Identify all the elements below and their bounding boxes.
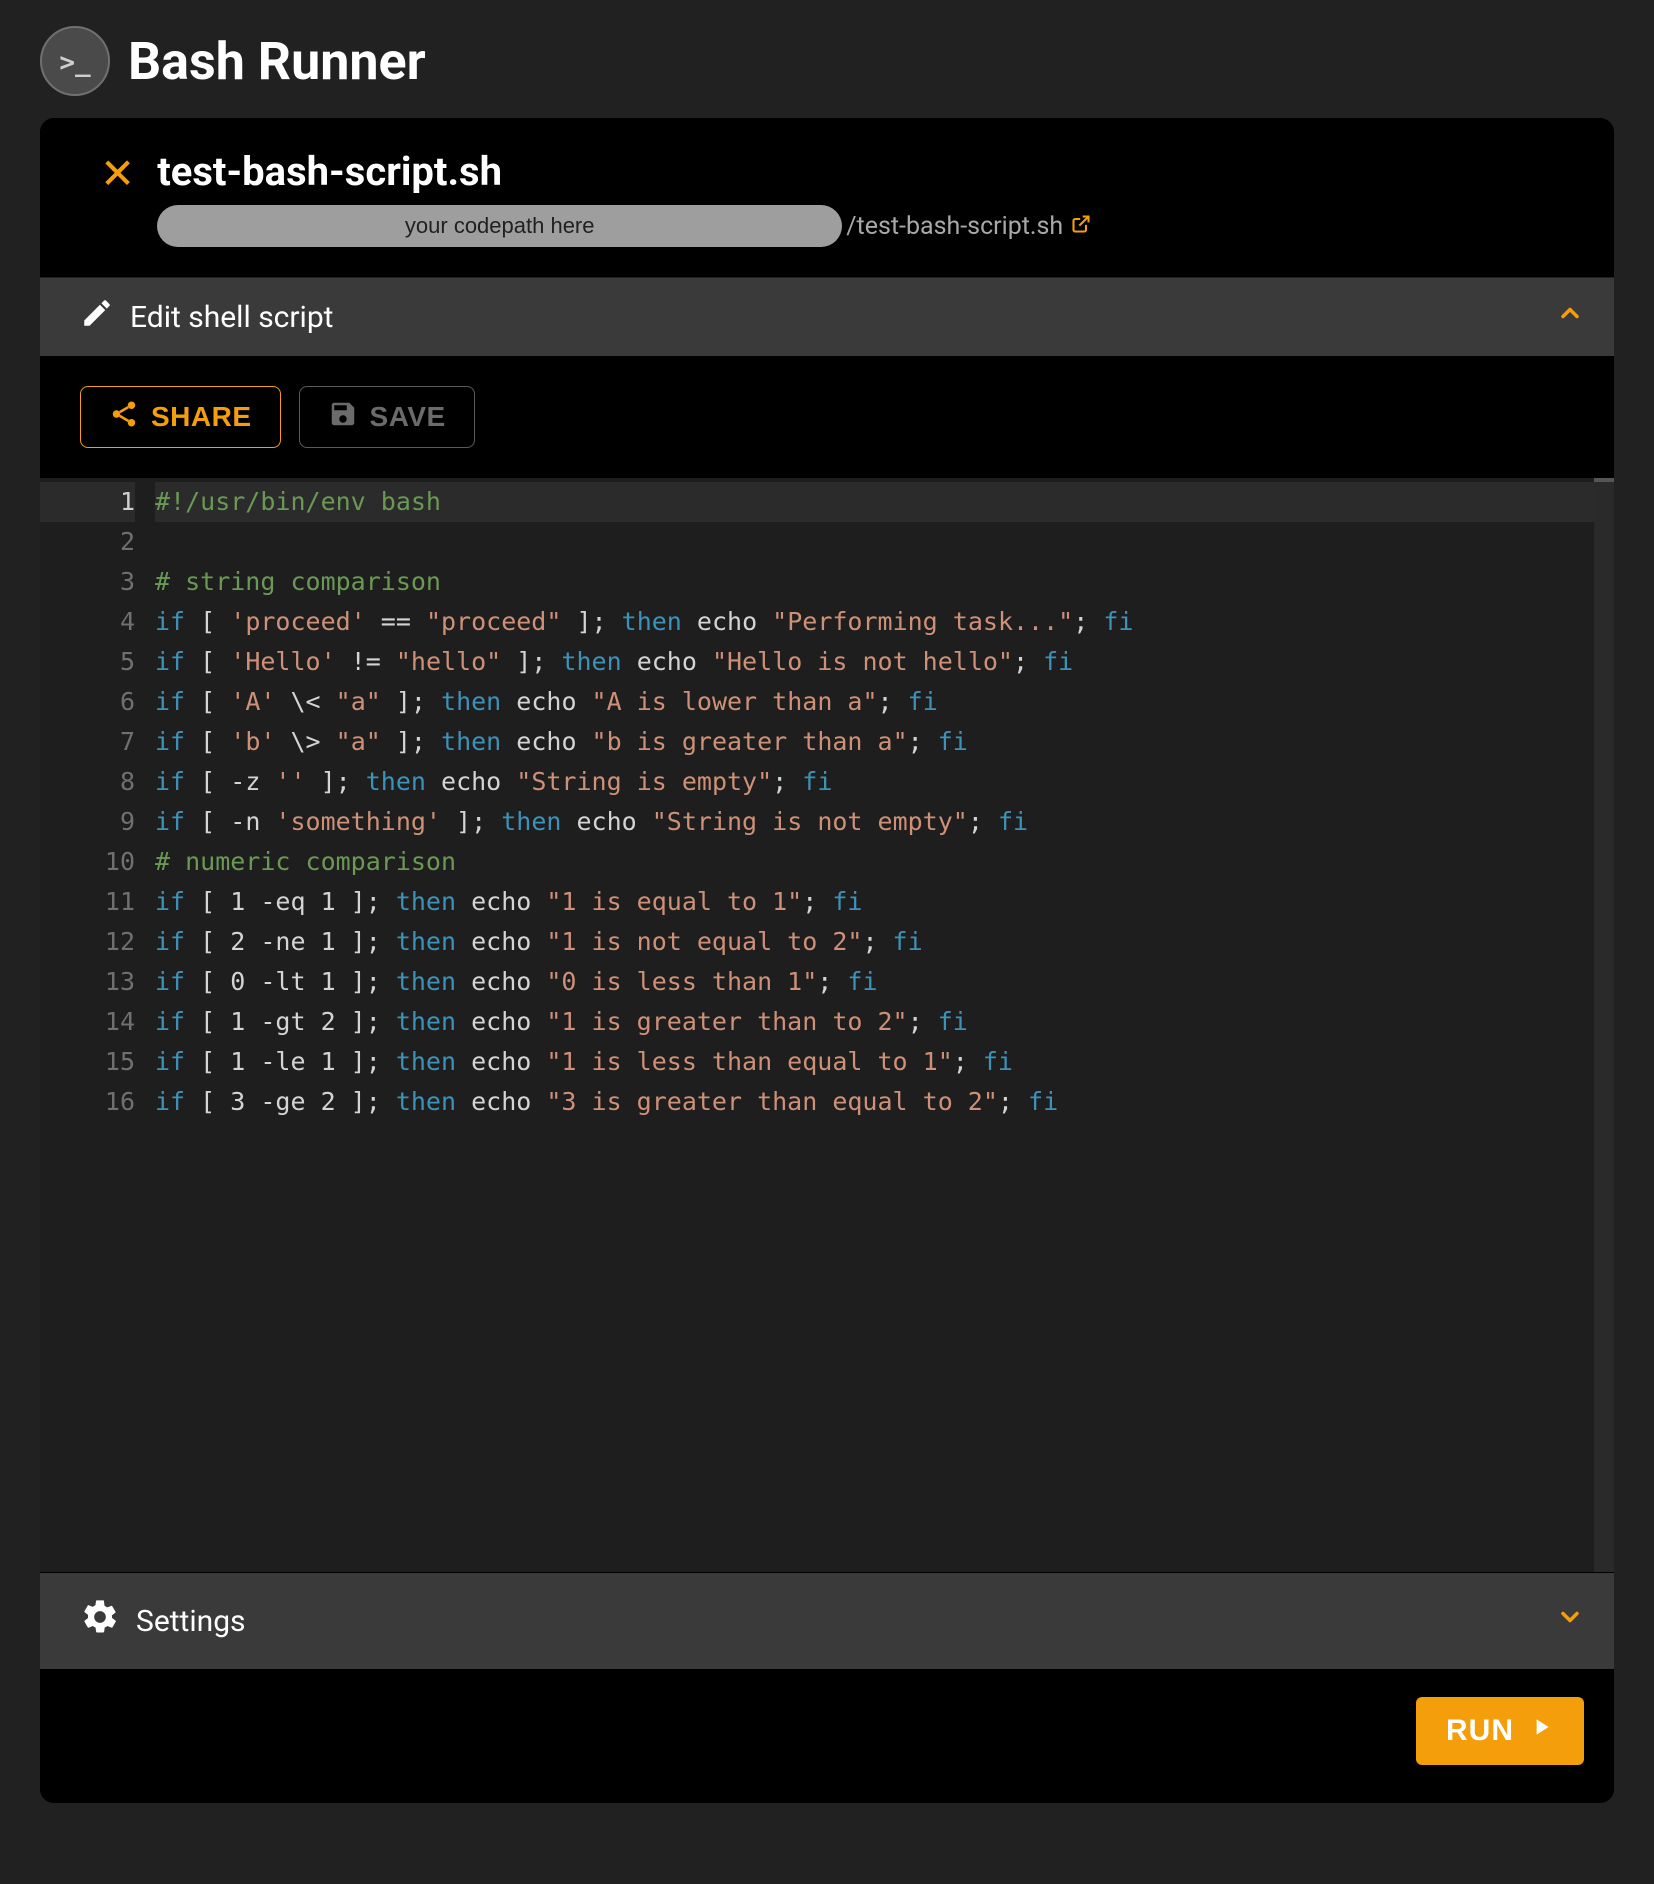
code-line[interactable]: if [ 'b' \> "a" ]; then echo "b is great… [155, 722, 1614, 762]
code-line[interactable]: if [ 3 -ge 2 ]; then echo "3 is greater … [155, 1082, 1614, 1122]
main-panel: ✕ test-bash-script.sh /test-bash-script.… [40, 118, 1614, 1803]
open-external-icon[interactable] [1071, 212, 1091, 241]
run-label: RUN [1446, 1714, 1514, 1748]
code-line[interactable]: # string comparison [155, 562, 1614, 602]
line-number: 15 [40, 1042, 135, 1082]
settings-section-bar[interactable]: Settings [40, 1573, 1614, 1669]
terminal-icon: >_ [40, 26, 110, 96]
line-number: 1 [40, 482, 135, 522]
edit-section-bar[interactable]: Edit shell script [40, 277, 1614, 356]
path-row: /test-bash-script.sh [157, 205, 1574, 247]
line-number: 3 [40, 562, 135, 602]
code-line[interactable]: if [ -z '' ]; then echo "String is empty… [155, 762, 1614, 802]
path-suffix: /test-bash-script.sh [846, 212, 1091, 241]
code-line[interactable]: if [ 1 -le 1 ]; then echo "1 is less tha… [155, 1042, 1614, 1082]
chevron-up-icon[interactable] [1556, 299, 1584, 335]
gear-icon [80, 1597, 120, 1645]
code-line[interactable]: if [ 'proceed' == "proceed" ]; then echo… [155, 602, 1614, 642]
edit-section-left: Edit shell script [80, 296, 334, 338]
scroll-marker [1594, 478, 1614, 482]
editor-gutter: 12345678910111213141516 [40, 478, 155, 1572]
code-line[interactable]: if [ 1 -eq 1 ]; then echo "1 is equal to… [155, 882, 1614, 922]
code-line[interactable]: if [ 2 -ne 1 ]; then echo "1 is not equa… [155, 922, 1614, 962]
save-icon [328, 399, 358, 436]
code-line[interactable]: if [ 'A' \< "a" ]; then echo "A is lower… [155, 682, 1614, 722]
code-line[interactable]: if [ 0 -lt 1 ]; then echo "0 is less tha… [155, 962, 1614, 1002]
editor-scrollbar[interactable] [1594, 478, 1614, 1572]
line-number: 4 [40, 602, 135, 642]
line-number: 8 [40, 762, 135, 802]
share-icon [109, 399, 139, 436]
share-label: SHARE [151, 401, 252, 433]
code-line[interactable]: #!/usr/bin/env bash [155, 482, 1614, 522]
close-icon[interactable]: ✕ [100, 154, 135, 196]
save-label: SAVE [370, 401, 446, 433]
code-line[interactable]: # numeric comparison [155, 842, 1614, 882]
line-number: 5 [40, 642, 135, 682]
line-number: 11 [40, 882, 135, 922]
settings-label: Settings [136, 1604, 246, 1639]
app-title: Bash Runner [128, 31, 426, 92]
code-editor[interactable]: 12345678910111213141516 #!/usr/bin/env b… [40, 478, 1614, 1573]
line-number: 13 [40, 962, 135, 1002]
line-number: 9 [40, 802, 135, 842]
editor-code[interactable]: #!/usr/bin/env bash # string comparisoni… [155, 478, 1614, 1572]
pencil-icon [80, 296, 114, 338]
code-line[interactable]: if [ 'Hello' != "hello" ]; then echo "He… [155, 642, 1614, 682]
codepath-input[interactable] [157, 205, 842, 247]
run-row: RUN [40, 1669, 1614, 1803]
line-number: 12 [40, 922, 135, 962]
line-number: 10 [40, 842, 135, 882]
path-suffix-text: /test-bash-script.sh [846, 212, 1063, 241]
code-line[interactable] [155, 522, 1614, 562]
file-header: ✕ test-bash-script.sh /test-bash-script.… [40, 118, 1614, 277]
file-name: test-bash-script.sh [157, 148, 1574, 195]
edit-section-label: Edit shell script [130, 300, 334, 335]
save-button[interactable]: SAVE [299, 386, 475, 448]
play-icon [1528, 1714, 1554, 1748]
code-line[interactable]: if [ -n 'something' ]; then echo "String… [155, 802, 1614, 842]
file-info: test-bash-script.sh /test-bash-script.sh [157, 148, 1574, 247]
line-number: 16 [40, 1082, 135, 1122]
line-number: 7 [40, 722, 135, 762]
settings-left: Settings [80, 1597, 246, 1645]
line-number: 14 [40, 1002, 135, 1042]
chevron-down-icon[interactable] [1556, 1603, 1584, 1639]
app-header: >_ Bash Runner [40, 10, 1614, 118]
action-row: SHARE SAVE [40, 356, 1614, 478]
code-line[interactable]: if [ 1 -gt 2 ]; then echo "1 is greater … [155, 1002, 1614, 1042]
share-button[interactable]: SHARE [80, 386, 281, 448]
line-number: 2 [40, 522, 135, 562]
line-number: 6 [40, 682, 135, 722]
run-button[interactable]: RUN [1416, 1697, 1584, 1765]
